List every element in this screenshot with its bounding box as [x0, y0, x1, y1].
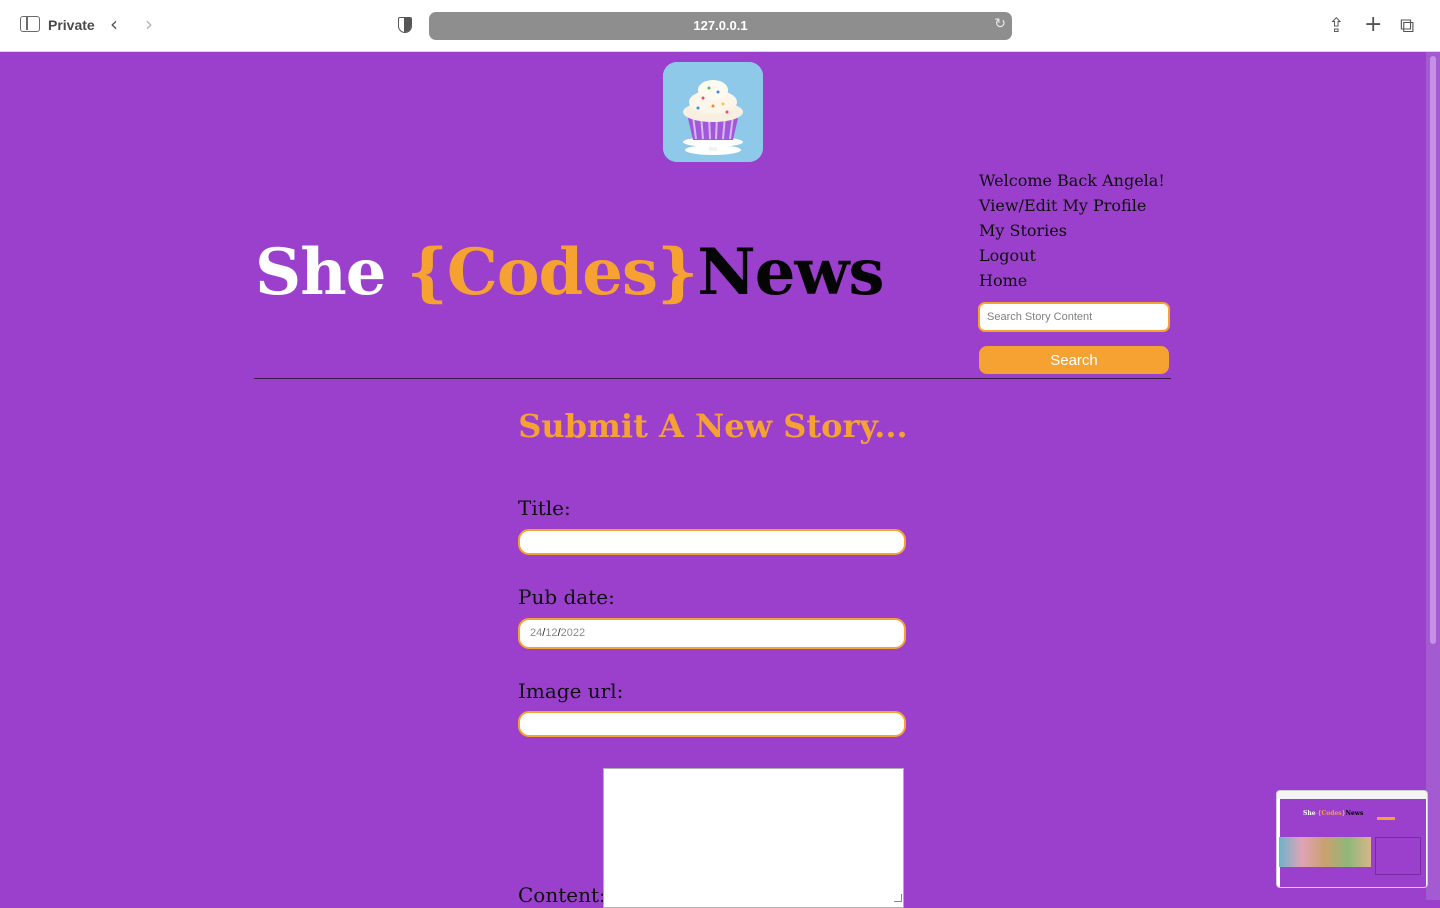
welcome-message: Welcome Back Angela! [979, 171, 1165, 190]
thumbnail-title: She {Codes}News [1303, 810, 1364, 817]
thumbnail-search-button [1377, 817, 1395, 820]
scrollbar-thumb[interactable] [1430, 56, 1436, 644]
new-tab-icon[interactable]: + [1364, 12, 1382, 38]
title-input[interactable] [518, 529, 906, 555]
private-label: Private [48, 17, 95, 33]
cupcake-logo-icon[interactable] [663, 62, 763, 162]
page-preview-thumbnail[interactable]: She {Codes}News [1276, 790, 1428, 888]
address-bar[interactable]: 127.0.0.1 ↻ [429, 12, 1012, 40]
back-arrow-icon[interactable]: ‹ [110, 14, 118, 34]
title-news: News [697, 235, 884, 310]
image-url-label: Image url: [518, 679, 624, 703]
thumbnail-sidebar [1375, 837, 1421, 875]
image-url-input[interactable] [518, 711, 906, 737]
user-menu: Welcome Back Angela! View/Edit My Profil… [979, 170, 1171, 295]
pub-date-value[interactable]: 24/12/2022 [530, 627, 585, 639]
content-textarea[interactable] [603, 768, 904, 908]
my-stories-link[interactable]: My Stories [979, 221, 1067, 240]
pub-date-day[interactable]: 24 [530, 627, 542, 639]
header-divider [254, 378, 1171, 379]
pub-date-year[interactable]: 2022 [561, 627, 585, 639]
share-icon[interactable]: ⇪ [1328, 12, 1345, 38]
search-button[interactable]: Search [979, 346, 1169, 374]
pub-date-month[interactable]: 12 [545, 627, 557, 639]
reload-icon[interactable]: ↻ [994, 16, 1006, 32]
title-label: Title: [518, 496, 571, 520]
site-title[interactable]: She {Codes}News [255, 235, 885, 310]
thumbnail-chrome [1277, 791, 1427, 799]
page-content: She {Codes}News Welcome Back Angela! Vie… [0, 52, 1426, 908]
thumbnail-image [1279, 837, 1371, 867]
logout-link[interactable]: Logout [979, 246, 1036, 265]
forward-arrow-icon[interactable]: › [145, 14, 153, 34]
search-input[interactable] [978, 302, 1170, 332]
title-codes: {Codes} [406, 235, 698, 310]
tab-overview-icon[interactable]: ⧉ [1400, 12, 1414, 38]
privacy-shield-icon[interactable] [398, 17, 412, 33]
address-text: 127.0.0.1 [693, 18, 748, 33]
view-edit-profile-link[interactable]: View/Edit My Profile [979, 196, 1146, 215]
form-heading: Submit A New Story... [518, 407, 908, 445]
pub-date-label: Pub date: [518, 585, 615, 609]
browser-toolbar: Private ‹ › 127.0.0.1 ↻ ⇪ + ⧉ [0, 0, 1440, 52]
content-label: Content: [518, 883, 606, 907]
resize-handle-icon[interactable] [894, 894, 902, 902]
title-she: She [255, 235, 407, 310]
sidebar-toggle-icon[interactable] [20, 16, 40, 32]
home-link[interactable]: Home [979, 271, 1027, 290]
